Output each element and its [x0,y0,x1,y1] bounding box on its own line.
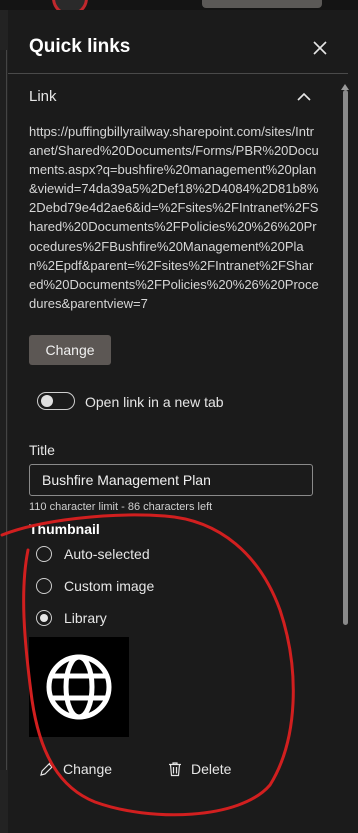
scroll-up-icon[interactable] [341,78,349,90]
title-input[interactable] [29,464,313,496]
title-char-limit: 110 character limit - 86 characters left [29,501,213,513]
page-content-edge [0,10,8,833]
radio-library[interactable] [36,610,52,626]
globe-icon [46,654,112,720]
header-divider [8,73,348,74]
title-label: Title [29,442,55,458]
change-thumbnail-button[interactable]: Change [39,758,112,780]
change-thumbnail-label: Change [63,761,113,777]
chevron-up-icon[interactable] [296,90,312,104]
trash-icon [169,762,181,777]
topbar-button[interactable] [202,0,322,8]
thumbnail-preview [29,637,129,737]
change-link-button[interactable]: Change [29,335,111,365]
radio-label-auto-selected: Auto-selected [64,546,150,562]
panel-title: Quick links [29,36,131,57]
pencil-icon [40,762,54,776]
link-section-heading: Link [29,88,57,105]
quick-links-panel: Quick links Link https://puffingbillyrai… [8,10,358,833]
radio-custom-image[interactable] [36,578,52,594]
radio-label-library: Library [64,610,107,626]
page-topbar [0,0,358,16]
close-icon[interactable] [311,39,329,57]
radio-auto-selected[interactable] [36,546,52,562]
new-tab-toggle[interactable] [37,392,75,410]
new-tab-label: Open link in a new tab [85,394,224,410]
delete-thumbnail-label: Delete [191,761,232,777]
link-url: https://puffingbillyrailway.sharepoint.c… [29,124,319,311]
scrollbar-thumb[interactable] [343,90,348,625]
thumbnail-label: Thumbnail [29,521,100,537]
radio-label-custom-image: Custom image [64,578,155,594]
delete-thumbnail-button[interactable]: Delete [167,758,231,780]
